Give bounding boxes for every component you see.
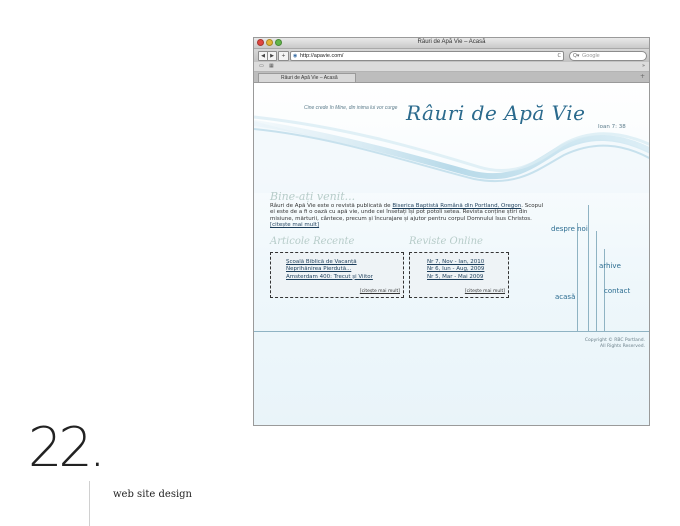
page-content: Cine crede în Mine, din inima lui vor cu… <box>254 83 649 425</box>
caption-divider <box>89 481 90 526</box>
articles-read-more-link[interactable]: [citește mai mult] <box>360 289 400 294</box>
add-bookmark-icon[interactable]: + <box>278 51 289 61</box>
window-title: Râuri de Apă Vie – Acasă <box>417 39 486 45</box>
project-caption: web site design <box>113 489 192 500</box>
article-link[interactable]: Școală Biblică de Vacanță <box>286 259 373 266</box>
project-number: 22. <box>28 416 106 479</box>
site-logo[interactable]: Râuri de Apă Vie <box>406 101 585 125</box>
tab-bar: Râuri de Apă Vie – Acasă + <box>254 72 649 83</box>
article-link[interactable]: Amsterdam 400: Trecut și Viitor <box>286 274 373 281</box>
browser-toolbar: ◀ ▶ + ◉ http://apavie.com/ C Q▾ Google <box>254 49 649 62</box>
search-input[interactable]: Q▾ Google <box>569 51 647 61</box>
chevron-icon[interactable]: » <box>642 63 645 70</box>
nav-archive[interactable]: arhive <box>599 262 621 270</box>
motto: Cine crede în Mine, din inima lui vor cu… <box>304 105 398 111</box>
copyright-line: All Rights Reserved. <box>599 343 645 349</box>
book-icon[interactable]: ▭ <box>259 63 264 70</box>
reload-icon[interactable]: C <box>558 52 562 60</box>
address-bar[interactable]: ◉ http://apavie.com/ C <box>290 51 564 61</box>
intro-read-more-link[interactable]: [citește mai mult] <box>270 222 319 228</box>
welcome-heading: Bine-ați venit... <box>270 190 356 203</box>
tab-label: Râuri de Apă Vie – Acasă <box>281 75 338 81</box>
nav-home[interactable]: acasă <box>555 293 575 301</box>
magazines-read-more-link[interactable]: [citește mai mult] <box>465 289 505 294</box>
magazine-link[interactable]: Nr 6, Iun - Aug, 2009 <box>427 266 484 273</box>
articles-box: Școală Biblică de Vacanță Neprihănirea P… <box>270 252 404 298</box>
search-placeholder: Google <box>582 53 600 59</box>
nav-contact[interactable]: contact <box>604 287 630 295</box>
articles-heading: Articole Recente <box>270 236 355 247</box>
magazines-box: Nr 7, Nov - Ian, 2010 Nr 6, Iun - Aug, 2… <box>409 252 509 298</box>
forward-arrow-icon[interactable]: ▶ <box>267 51 277 61</box>
footer-line <box>254 331 649 332</box>
new-tab-icon[interactable]: + <box>640 73 645 81</box>
magazine-link[interactable]: Nr 5, Mar - Mai 2009 <box>427 274 484 281</box>
copyright: Copyright © RBC Portland. All Rights Res… <box>585 338 645 349</box>
magazines-heading: Reviste Online <box>409 236 483 247</box>
magazine-link[interactable]: Nr 7, Nov - Ian, 2010 <box>427 259 484 266</box>
search-icon: Q▾ <box>573 53 580 59</box>
verse-reference: Ioan 7: 38 <box>598 124 626 130</box>
globe-icon: ◉ <box>293 53 298 59</box>
intro-paragraph: Râuri de Apă Vie este o revistă publicat… <box>270 203 548 229</box>
copyright-line: Copyright © RBC Portland. <box>584 338 645 343</box>
url-text[interactable]: http://apavie.com/ <box>300 52 343 60</box>
article-link[interactable]: Neprihănirea Pierdută... <box>286 266 373 273</box>
nav-about[interactable]: despre noi <box>551 225 588 233</box>
nav-line <box>596 231 597 331</box>
bookmarks-bar: ▭ ▦ » <box>254 62 649 72</box>
browser-window: Râuri de Apă Vie – Acasă ◀ ▶ + ◉ http://… <box>253 37 650 426</box>
tab-home[interactable]: Râuri de Apă Vie – Acasă <box>258 73 356 82</box>
nav-line <box>577 223 578 331</box>
title-bar: Râuri de Apă Vie – Acasă <box>254 38 649 49</box>
header-wave <box>254 115 649 193</box>
nav-line <box>588 205 589 331</box>
grid-icon[interactable]: ▦ <box>269 63 274 70</box>
